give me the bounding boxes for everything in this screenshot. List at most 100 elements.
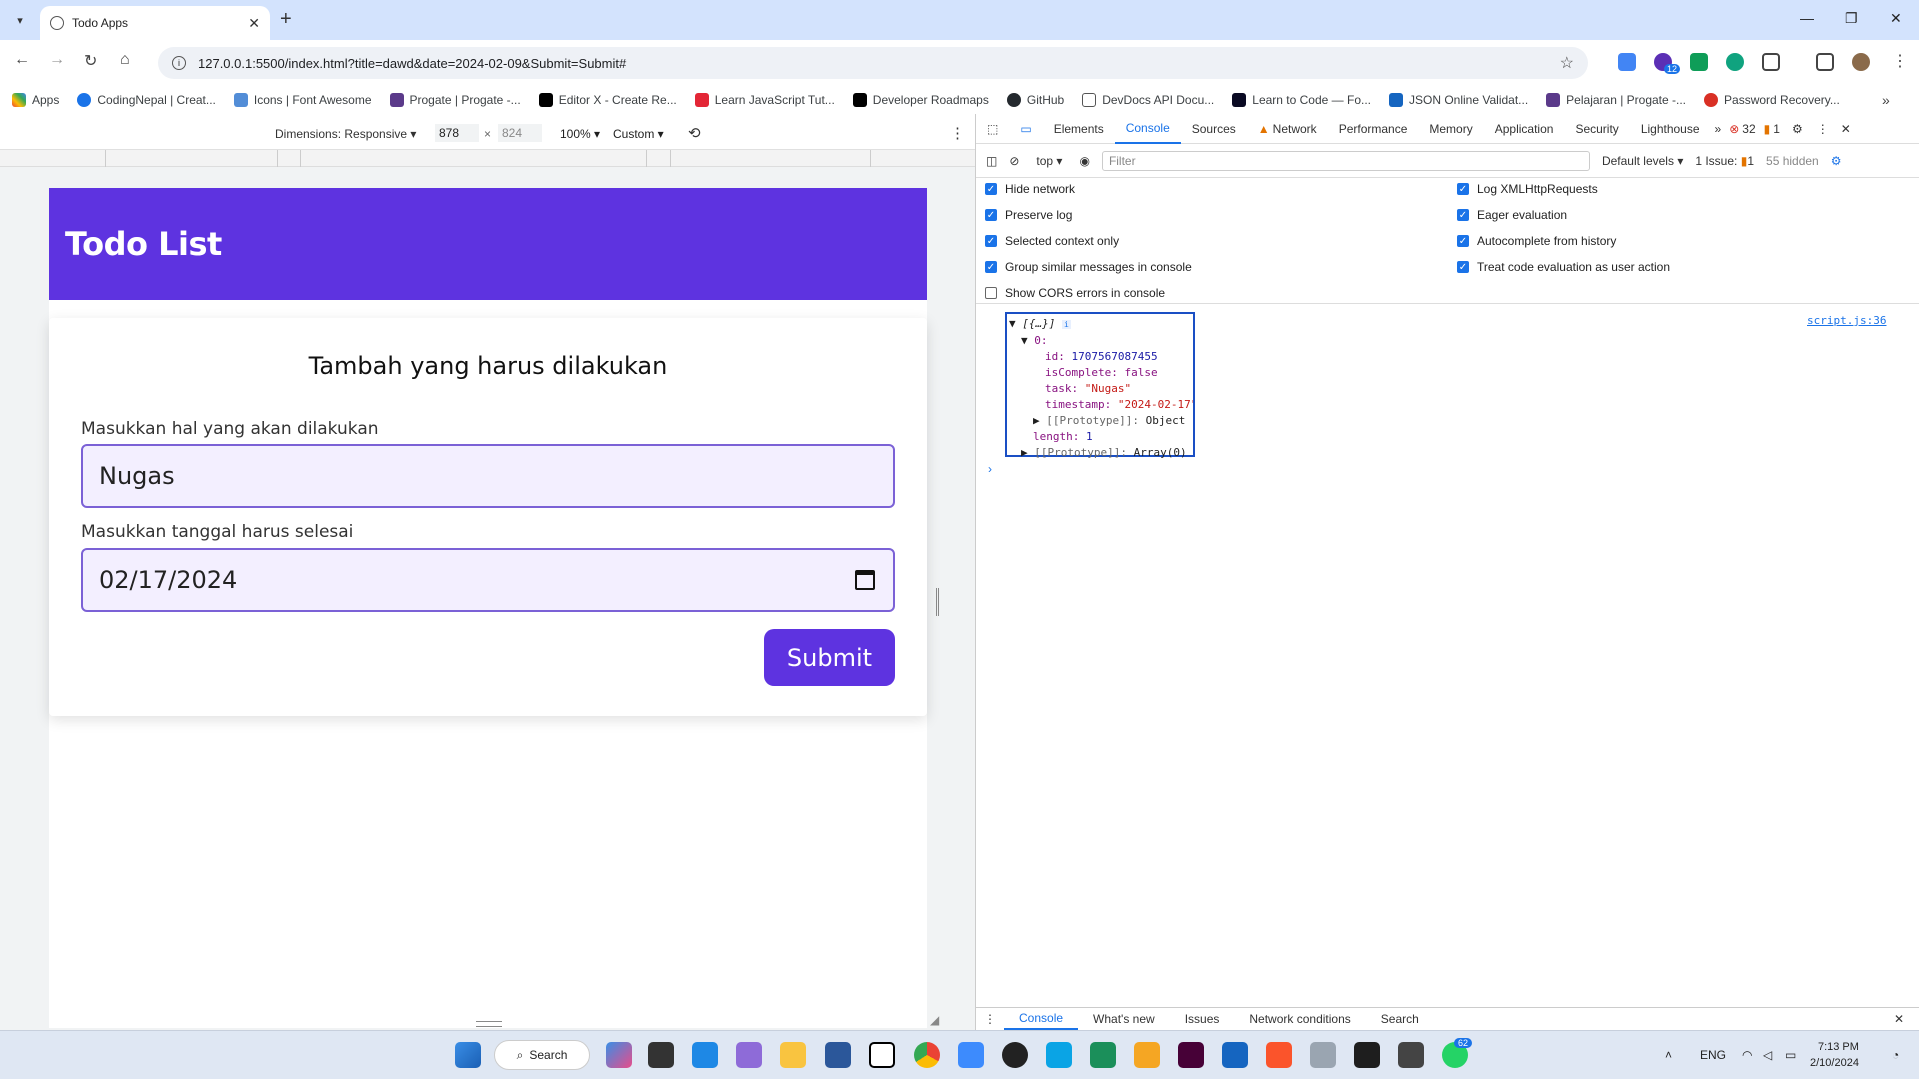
more-bookmarks-icon[interactable]: »: [1882, 92, 1890, 108]
source-link[interactable]: script.js:36: [1807, 314, 1886, 327]
height-input[interactable]: 824: [498, 124, 542, 142]
volume-icon[interactable]: ◁: [1763, 1048, 1772, 1062]
width-input[interactable]: 878: [435, 124, 479, 142]
bookmark-roadmaps[interactable]: Developer Roadmaps: [852, 93, 989, 107]
chrome-icon[interactable]: [914, 1042, 940, 1068]
tab-lighthouse[interactable]: Lighthouse: [1630, 114, 1711, 144]
bookmark-javascript[interactable]: Learn JavaScript Tut...: [694, 93, 835, 107]
rotate-icon[interactable]: ⟲: [688, 124, 701, 142]
issues-counter[interactable]: 1 Issue: ▮1: [1695, 154, 1754, 168]
console-prompt-icon[interactable]: ›: [988, 462, 992, 476]
console-filter-input[interactable]: Filter: [1101, 150, 1590, 171]
minimize-icon[interactable]: —: [1800, 10, 1814, 26]
checkbox[interactable]: ✓: [985, 183, 997, 195]
more-tabs-icon[interactable]: »: [1711, 114, 1726, 144]
new-tab-button[interactable]: +: [280, 8, 292, 31]
throttle-dropdown[interactable]: Custom ▾: [613, 127, 664, 141]
bookmark-freecodecamp[interactable]: Learn to Code — Fo...: [1232, 93, 1371, 107]
app-icon[interactable]: [1090, 1042, 1116, 1068]
context-selector[interactable]: top ▾: [1031, 153, 1067, 169]
brave-icon[interactable]: [1266, 1042, 1292, 1068]
bookmark-json-validator[interactable]: JSON Online Validat...: [1389, 93, 1528, 107]
devtools-menu-icon[interactable]: ⋮: [1811, 114, 1835, 144]
file-explorer-icon[interactable]: [780, 1042, 806, 1068]
checkbox[interactable]: ✓: [1457, 261, 1469, 273]
setting-autocomplete[interactable]: ✓ Autocomplete from history: [1457, 234, 1616, 248]
setting-selected-context[interactable]: ✓ Selected context only: [985, 234, 1119, 248]
setting-hide-network[interactable]: ✓ Hide network: [985, 182, 1075, 196]
bookmark-star-icon[interactable]: ☆: [1560, 53, 1574, 73]
date-input[interactable]: 02/17/2024: [81, 548, 895, 612]
console-log-object[interactable]: ▼ [{…}] i ▼ 0: id: 1707567087455 isCompl…: [1005, 312, 1195, 459]
copilot-icon[interactable]: [606, 1042, 632, 1068]
checkbox[interactable]: ✓: [985, 261, 997, 273]
tab-sources[interactable]: Sources: [1181, 114, 1247, 144]
error-counter[interactable]: ⊗ 32: [1725, 114, 1759, 144]
tab-console[interactable]: Console: [1114, 114, 1181, 144]
checkbox[interactable]: ✓: [1457, 183, 1469, 195]
prop-prototype-object[interactable]: ▶ [[Prototype]]: Object: [1007, 413, 1193, 429]
language-indicator[interactable]: ENG: [1700, 1048, 1726, 1062]
bookmark-github[interactable]: GitHub: [1006, 93, 1064, 107]
device-toolbar-menu-icon[interactable]: ⋮: [950, 124, 965, 142]
bookmark-pelajaran[interactable]: Pelajaran | Progate -...: [1546, 93, 1686, 107]
checkbox[interactable]: ✓: [985, 209, 997, 221]
task-input[interactable]: Nugas: [81, 444, 895, 508]
drawer-tab-issues[interactable]: Issues: [1170, 1008, 1235, 1030]
setting-eager-eval[interactable]: ✓ Eager evaluation: [1457, 208, 1567, 222]
url-text[interactable]: 127.0.0.1:5500/index.html?title=dawd&dat…: [198, 56, 626, 71]
clear-console-icon[interactable]: ⊘: [1009, 154, 1019, 168]
notion-icon[interactable]: [869, 1042, 895, 1068]
warning-counter[interactable]: ▮ 1: [1760, 114, 1784, 144]
tab-memory[interactable]: Memory: [1418, 114, 1483, 144]
adobe-xd-icon[interactable]: [1178, 1042, 1204, 1068]
bookmark-password[interactable]: Password Recovery...: [1704, 93, 1840, 107]
console-settings-icon[interactable]: ⚙: [1831, 154, 1842, 168]
notification-bell-icon[interactable]: ◔: [1892, 1048, 1899, 1062]
taskbar-search[interactable]: ⌕ Search: [494, 1040, 590, 1070]
dimensions-dropdown[interactable]: Dimensions: Responsive ▾: [275, 127, 416, 141]
app-icon[interactable]: [1134, 1042, 1160, 1068]
devtools-settings-icon[interactable]: ⚙: [1784, 114, 1811, 144]
bookmark-progate[interactable]: Progate | Progate -...: [389, 93, 521, 107]
figma-icon[interactable]: [1354, 1042, 1380, 1068]
array-index-entry[interactable]: ▼ 0:: [1007, 333, 1193, 349]
task-view-icon[interactable]: [648, 1042, 674, 1068]
browser-tab[interactable]: Todo Apps ✕: [40, 6, 270, 40]
setting-log-xhr[interactable]: ✓ Log XMLHttpRequests: [1457, 182, 1598, 196]
forward-icon[interactable]: →: [49, 51, 65, 69]
close-window-icon[interactable]: ✕: [1890, 10, 1902, 27]
bookmark-codingnepal[interactable]: CodingNepal | Creat...: [77, 93, 216, 107]
omnibox[interactable]: i 127.0.0.1:5500/index.html?title=dawd&d…: [158, 47, 1588, 79]
home-icon[interactable]: ⌂: [120, 51, 130, 69]
extensions-puzzle-icon[interactable]: [1762, 53, 1780, 71]
submit-button[interactable]: Submit: [764, 629, 895, 686]
tab-application[interactable]: Application: [1484, 114, 1565, 144]
checkbox[interactable]: ✓: [1457, 235, 1469, 247]
chrome-menu-icon[interactable]: ⋮: [1892, 51, 1908, 71]
calendar-icon[interactable]: [855, 570, 875, 590]
drawer-tab-whats-new[interactable]: What's new: [1078, 1008, 1170, 1030]
device-toggle-icon[interactable]: ▭: [1009, 114, 1042, 144]
virtualbox-icon[interactable]: [1222, 1042, 1248, 1068]
tab-performance[interactable]: Performance: [1328, 114, 1419, 144]
viewport-right-resize-handle[interactable]: [936, 588, 939, 616]
viewport-bottom-resize-handle[interactable]: [476, 1021, 502, 1027]
tab-security[interactable]: Security: [1564, 114, 1629, 144]
bookmark-fontawesome[interactable]: Icons | Font Awesome: [233, 93, 372, 107]
sidebar-toggle-icon[interactable]: ◫: [986, 154, 997, 168]
setting-user-action[interactable]: ✓ Treat code evaluation as user action: [1457, 260, 1670, 274]
checkbox[interactable]: [985, 287, 997, 299]
tray-overflow-icon[interactable]: ˄: [1665, 1048, 1672, 1062]
array-summary[interactable]: ▼ [{…}] i: [1007, 316, 1193, 333]
drawer-close-icon[interactable]: ✕: [1879, 1008, 1919, 1030]
setting-group-similar[interactable]: ✓ Group similar messages in console: [985, 260, 1192, 274]
drawer-tab-network-conditions[interactable]: Network conditions: [1234, 1008, 1365, 1030]
profile-avatar[interactable]: [1852, 53, 1870, 71]
checkbox[interactable]: ✓: [1457, 209, 1469, 221]
setting-cors-errors[interactable]: Show CORS errors in console: [985, 286, 1165, 300]
wifi-icon[interactable]: ◠: [1742, 1048, 1752, 1062]
tab-network[interactable]: ▲ Network: [1247, 114, 1328, 144]
side-panel-icon[interactable]: [1816, 53, 1834, 71]
tab-elements[interactable]: Elements: [1043, 114, 1115, 144]
